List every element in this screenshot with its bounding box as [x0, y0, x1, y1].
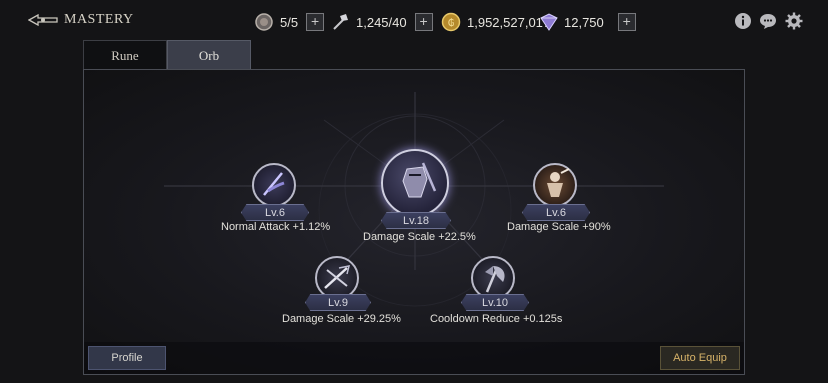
resource-crystal: 12,750 +: [538, 11, 636, 33]
top-bar: MASTERY 5/5 + 1,245/40 + ₲ 1,952,527,017…: [0, 0, 828, 44]
crossed-blades-icon: [315, 256, 359, 300]
info-icon[interactable]: [734, 12, 752, 30]
orb-level-badge: Lv.18: [381, 212, 451, 229]
resource-value: 1,245/40: [356, 14, 407, 30]
orb-effect-label: Cooldown Reduce +0.125s: [430, 313, 563, 325]
auto-equip-button[interactable]: Auto Equip: [660, 346, 740, 370]
armored-knight-icon: [381, 149, 449, 217]
add-energy-button[interactable]: +: [306, 13, 325, 31]
page-title: MASTERY: [64, 12, 134, 27]
orb-level-badge: Lv.6: [241, 204, 309, 221]
slash-strike-icon: [252, 163, 296, 207]
gold-coin-icon: ₲: [441, 12, 461, 32]
hammer-icon: [330, 12, 350, 32]
add-crystal-button[interactable]: +: [617, 13, 636, 31]
orb-level-badge: Lv.6: [522, 204, 590, 221]
orb-effect-label: Damage Scale +22.5%: [363, 231, 476, 243]
orb-effect-label: Damage Scale +90%: [507, 221, 611, 233]
resource-energy: 5/5 +: [254, 11, 325, 33]
battle-axe-icon: [471, 256, 515, 300]
orb-effect-label: Damage Scale +29.25%: [282, 313, 401, 325]
berserker-icon: [533, 163, 577, 207]
orb-panel: Lv.18 Damage Scale +22.5% Lv.6 Normal At…: [83, 69, 745, 375]
profile-button[interactable]: Profile: [88, 346, 166, 370]
back-title[interactable]: MASTERY: [28, 12, 134, 28]
resource-tool: 1,245/40 +: [330, 11, 433, 33]
resource-value: 5/5: [280, 14, 299, 30]
tab-rune[interactable]: Rune: [83, 40, 167, 70]
resource-value: 12,750: [564, 14, 604, 30]
tab-bar: Rune Orb: [83, 40, 251, 70]
orb-level-badge: Lv.9: [305, 294, 371, 311]
bottom-bar: Profile Auto Equip: [84, 342, 744, 374]
orb-level-badge: Lv.10: [461, 294, 529, 311]
add-tool-button[interactable]: +: [414, 13, 433, 31]
chat-icon[interactable]: [759, 12, 777, 30]
orb-token-icon: [254, 12, 274, 32]
svg-text:₲: ₲: [448, 17, 454, 29]
back-arrow-icon: [28, 13, 58, 27]
crystal-icon: [538, 12, 558, 32]
tab-orb[interactable]: Orb: [167, 40, 251, 70]
orb-effect-label: Normal Attack +1.12%: [221, 221, 331, 233]
settings-gear-icon[interactable]: [785, 12, 803, 30]
